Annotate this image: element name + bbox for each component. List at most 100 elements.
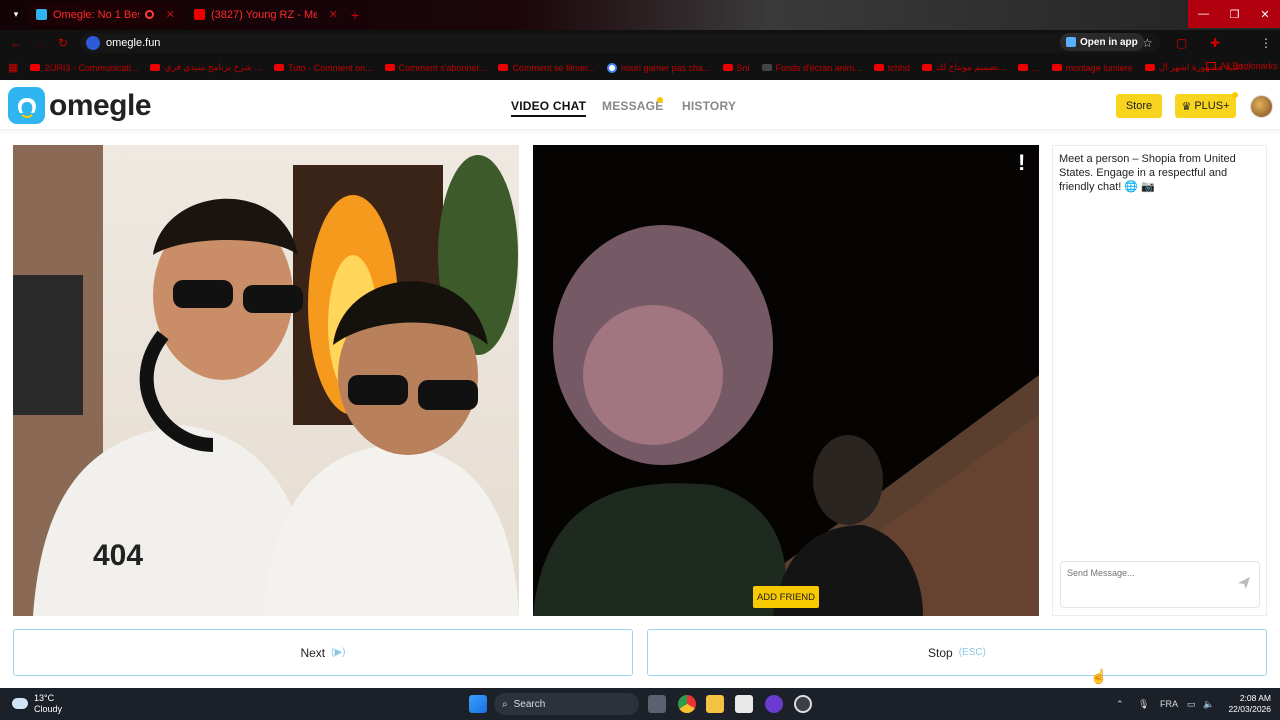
close-tab-icon[interactable]: ✕ (329, 8, 338, 21)
message-box (1060, 561, 1260, 608)
microphone-icon[interactable]: 🎙 (1138, 699, 1149, 710)
stop-button[interactable]: Stop (ESC) (647, 629, 1267, 676)
apps-grid-icon[interactable]: ▦ (8, 61, 18, 74)
bookmark-item[interactable]: Comment s'abonner... (384, 63, 486, 73)
bookmark-label: Comment se filmer... (512, 62, 595, 73)
bookmark-item[interactable]: montage lumiere (1051, 63, 1133, 73)
start-windows-icon[interactable] (469, 695, 487, 713)
add-friend-button[interactable]: ADD FRIEND (753, 586, 819, 608)
local-video: 404 (13, 145, 519, 616)
remote-video (533, 145, 1039, 616)
minimize-button[interactable]: — (1188, 0, 1219, 28)
bookmark-item[interactable]: Comment se filmer... (498, 63, 595, 73)
bookmark-label: Tuto - Comment on... (287, 62, 373, 73)
open-in-app-button[interactable]: Open in app (1060, 33, 1144, 51)
bookmark-item[interactable]: شرح برنامج سيدي فري ... (150, 62, 262, 73)
omegle-logo[interactable]: omegle (8, 87, 152, 124)
forward-arrow-icon[interactable]: → (34, 36, 46, 50)
network-icon[interactable]: ▭ (1187, 699, 1196, 710)
weather-widget[interactable]: 13°C Cloudy (12, 693, 62, 715)
youtube-icon (384, 64, 395, 71)
report-button[interactable]: ! (1018, 150, 1025, 176)
omegle-favicon-icon (36, 9, 47, 20)
youtube-icon (1144, 64, 1155, 71)
message-input[interactable] (1067, 568, 1227, 578)
store-label: Store (1125, 100, 1153, 112)
app-icon[interactable] (794, 695, 812, 713)
language-indicator[interactable]: FRA (1160, 699, 1178, 709)
clock-date: 22/03/2026 (1228, 704, 1271, 714)
tab-search-button[interactable]: ▾ (6, 3, 26, 26)
bookmark-item[interactable]: 2/JRI3 - Communicati... (30, 63, 138, 73)
taskbar-search[interactable]: ⌕ Search (494, 693, 639, 715)
chevron-up-icon[interactable]: ⌃ (1116, 699, 1124, 710)
url-text: omegle.fun (106, 37, 161, 49)
browser-tab-strip: ▾ Omegle: No 1 Best Rando... ✕ (3827) Yo… (0, 0, 1280, 30)
user-avatar[interactable] (1250, 95, 1273, 118)
site-info-icon[interactable] (86, 36, 100, 50)
send-icon[interactable] (1237, 576, 1251, 595)
system-clock[interactable]: 2:08 AM 22/03/2026 (1225, 693, 1271, 715)
bookmark-item[interactable]: Tuto - Comment on... (273, 62, 373, 73)
store-app-icon[interactable] (735, 695, 753, 713)
close-window-button[interactable]: ✕ (1250, 0, 1280, 28)
file-explorer-icon[interactable] (706, 695, 724, 713)
tab-title: (3827) Young RZ - Mensch Kih (211, 8, 317, 21)
store-button[interactable]: Store (1116, 94, 1162, 118)
omegle-logo-icon (8, 87, 45, 124)
youtube-icon (1051, 64, 1062, 71)
folder-icon (1206, 62, 1216, 70)
recording-icon (145, 10, 154, 19)
nav-message[interactable]: MESSAGE (602, 99, 663, 113)
chrome-icon[interactable] (678, 695, 696, 713)
nav-video-chat[interactable]: VIDEO CHAT (511, 99, 587, 117)
bookmark-item[interactable]: tchhd (873, 62, 910, 73)
extension-icon[interactable]: ▢ (1176, 36, 1187, 50)
youtube-icon (273, 64, 284, 71)
taskbar: 13°C Cloudy (0, 688, 1280, 720)
extensions-puzzle-icon[interactable]: ✚ (1210, 36, 1220, 50)
close-tab-icon[interactable]: ✕ (166, 8, 175, 21)
bookmark-item[interactable]: Fonds d'écran anim... (761, 63, 862, 73)
tab-omegle[interactable]: Omegle: No 1 Best Rando... ✕ (28, 3, 183, 26)
tab-youtube[interactable]: (3827) Young RZ - Mensch Kih ✕ (186, 3, 346, 26)
crown-icon: ♛ (1181, 100, 1192, 113)
next-hint: (▶) (331, 647, 346, 658)
local-video-frame: 404 (13, 145, 519, 616)
youtube-icon (1018, 64, 1029, 71)
open-in-app-label: Open in app (1080, 36, 1138, 48)
youtube-icon (30, 64, 41, 71)
bookmark-item[interactable]: Sni (722, 62, 750, 73)
chat-panel: Meet a person – Shopia from United State… (1052, 145, 1267, 616)
site-header: omegle VIDEO CHAT MESSAGE HISTORY (0, 80, 1280, 130)
app-icon[interactable] (765, 695, 783, 713)
back-arrow-icon[interactable]: ← (10, 36, 22, 50)
logo-text: omegle (49, 88, 152, 122)
task-view-icon[interactable] (648, 695, 666, 713)
bookmark-item[interactable]: ... (1018, 63, 1040, 73)
weather-condition: Cloudy (34, 704, 63, 714)
new-tab-button[interactable]: + (346, 3, 364, 26)
clock-time: 2:08 AM (1239, 693, 1271, 703)
reload-icon[interactable]: ↻ (58, 36, 68, 50)
url-field[interactable]: omegle.fun (80, 33, 1160, 53)
remote-video-frame (533, 225, 1039, 616)
bookmark-label: tchhd (887, 62, 910, 73)
system-message: Meet a person – Shopia from United State… (1059, 153, 1236, 193)
nav-history[interactable]: HISTORY (682, 99, 736, 113)
all-bookmarks-button[interactable]: All Bookmarks (1206, 61, 1278, 71)
bookmark-label: nouri gamer pas cha... (620, 62, 711, 73)
volume-icon[interactable]: 🔈 (1203, 699, 1214, 710)
bookmark-label: Sni (736, 62, 750, 73)
restore-button[interactable]: ❐ (1219, 0, 1250, 28)
bookmark-label: شرح برنامج سيدي فري ... (164, 62, 262, 72)
bookmark-item[interactable]: nouri gamer pas cha... (606, 62, 711, 73)
notification-dot (657, 97, 663, 103)
plus-label: PLUS+ (1194, 100, 1230, 112)
youtube-icon (150, 64, 161, 71)
plus-button[interactable]: ♛ PLUS+ (1175, 94, 1236, 118)
more-menu-icon[interactable]: ⋮ (1260, 36, 1272, 50)
stop-hint: (ESC) (958, 647, 986, 658)
bookmark-item[interactable]: تصميم مونتاج لك... (921, 62, 1006, 73)
next-button[interactable]: Next (▶) (13, 629, 633, 676)
